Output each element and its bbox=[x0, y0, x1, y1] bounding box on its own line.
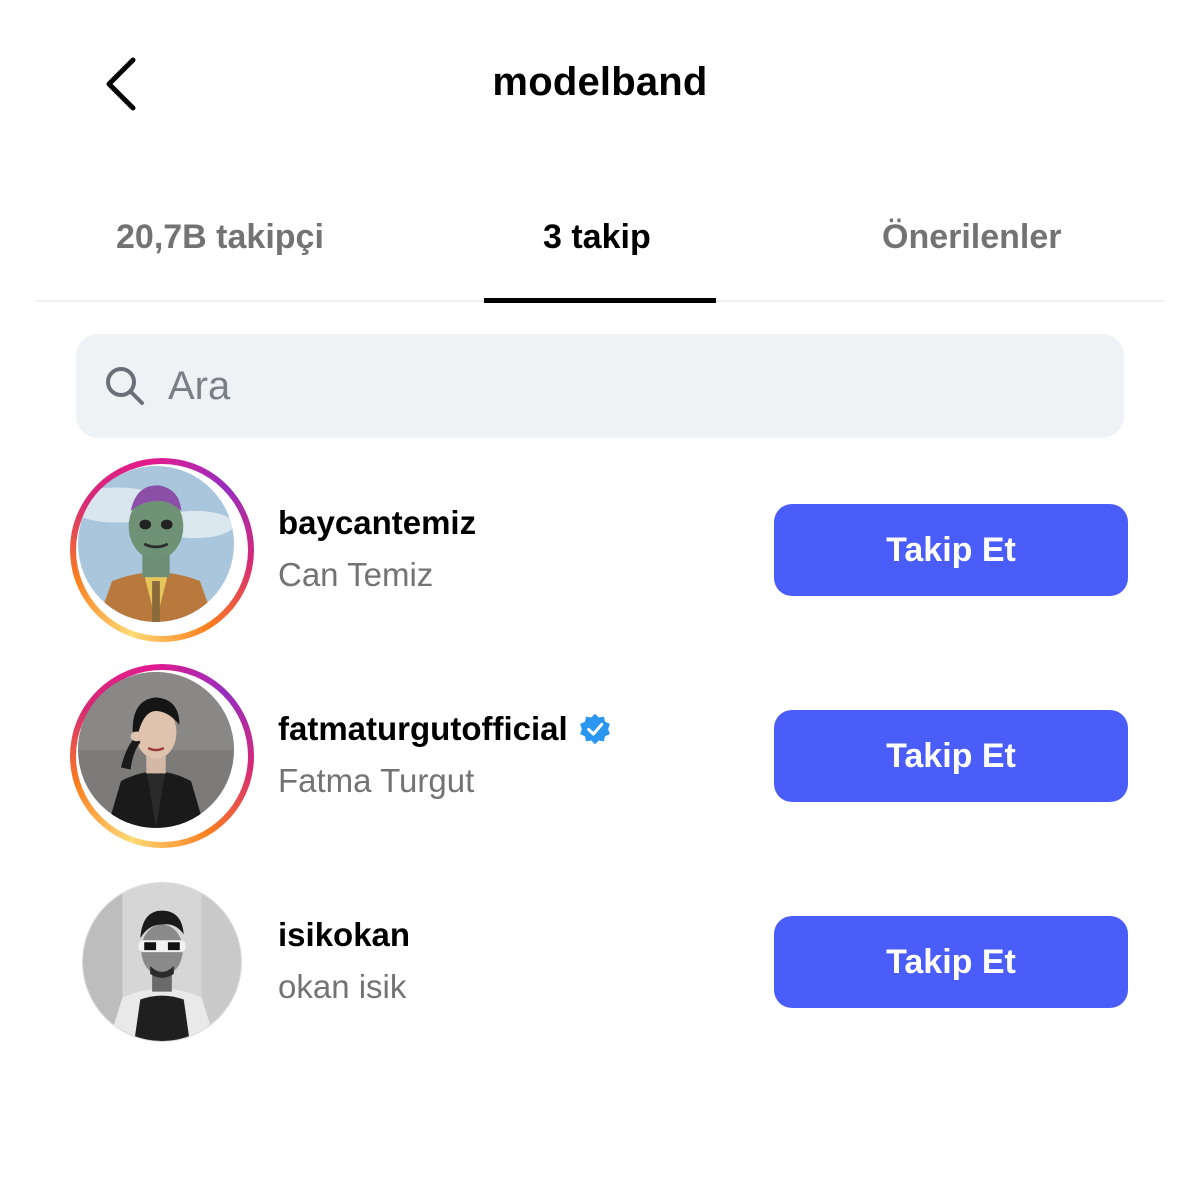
username[interactable]: fatmaturgutofficial bbox=[278, 710, 612, 748]
full-name: Can Temiz bbox=[278, 556, 434, 593]
page-title: modelband bbox=[492, 60, 708, 104]
list-item: fatmaturgutofficial Fatma Turgut Takip E… bbox=[70, 664, 1130, 848]
profile-photo bbox=[78, 672, 234, 828]
tab-followers[interactable]: 20,7B takipçi bbox=[116, 218, 324, 257]
profile-photo bbox=[78, 466, 234, 622]
follow-button[interactable]: Takip Et bbox=[774, 504, 1128, 596]
verified-badge-icon bbox=[578, 712, 612, 746]
avatar[interactable] bbox=[70, 458, 254, 642]
search-input[interactable] bbox=[168, 363, 968, 409]
tab-following[interactable]: 3 takip bbox=[543, 218, 651, 257]
follow-button[interactable]: Takip Et bbox=[774, 710, 1128, 802]
username[interactable]: isikokan bbox=[278, 916, 410, 954]
username[interactable]: baycantemiz bbox=[278, 504, 476, 542]
list-item: baycantemiz Can Temiz Takip Et bbox=[70, 458, 1130, 642]
tab-bar: 20,7B takipçi 3 takip Önerilenler bbox=[36, 196, 1164, 303]
follow-button[interactable]: Takip Et bbox=[774, 916, 1128, 1008]
tab-suggested[interactable]: Önerilenler bbox=[882, 218, 1062, 257]
active-tab-indicator bbox=[484, 298, 716, 303]
avatar[interactable] bbox=[70, 870, 254, 1054]
full-name: okan isik bbox=[278, 968, 407, 1005]
list-item: isikokan okan isik Takip Et bbox=[70, 870, 1130, 1054]
full-name: Fatma Turgut bbox=[278, 762, 475, 799]
search-bar[interactable] bbox=[76, 334, 1124, 438]
search-icon bbox=[104, 365, 146, 407]
profile-photo bbox=[82, 882, 242, 1042]
following-screen: modelband 20,7B takipçi 3 takip Önerilen… bbox=[0, 0, 1200, 1200]
avatar[interactable] bbox=[70, 664, 254, 848]
